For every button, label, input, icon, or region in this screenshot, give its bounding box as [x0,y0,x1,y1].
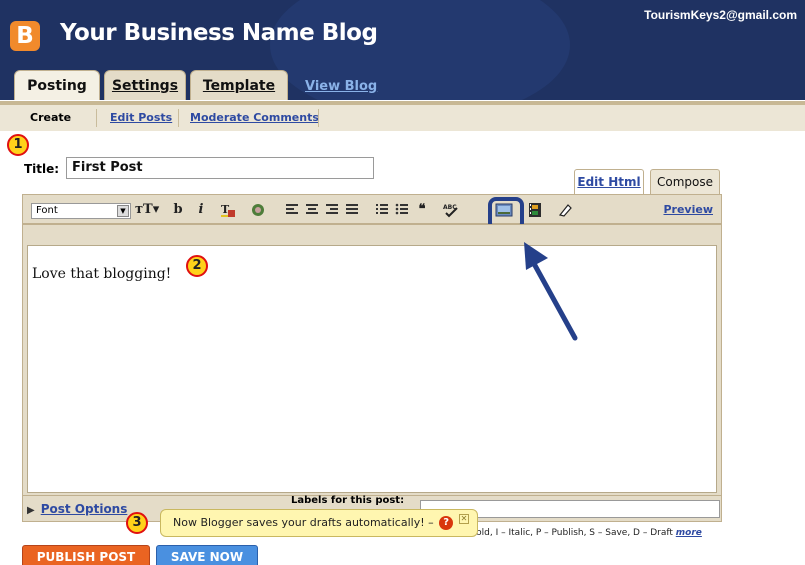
blogger-header: B Your Business Name Blog TourismKeys2@g… [0,0,805,100]
bulleted-list-icon[interactable] [395,202,409,218]
view-blog-link[interactable]: View Blog [305,79,377,94]
text-color-icon[interactable]: T [219,202,237,218]
tab-posting[interactable]: Posting [14,70,100,100]
editor-toolbar: Font ▼ ᴛT▾ b i T ❝ ABC Preview [22,194,722,224]
autosave-tooltip: Now Blogger saves your drafts automatica… [160,509,478,537]
subnav-divider [96,109,97,127]
tab-template[interactable]: Template [190,70,288,100]
annotation-marker-2: 2 [186,255,208,277]
labels-label: Labels for this post: [291,495,405,506]
tab-posting-label: Posting [27,78,87,94]
title-label: Title: [24,162,60,176]
subnav-create[interactable]: Create [30,111,71,124]
subnav-moderate-comments[interactable]: Moderate Comments [190,111,319,124]
preview-link[interactable]: Preview [663,203,713,216]
post-editor: Love that blogging! [22,224,722,496]
annotation-marker-3: 3 [126,512,148,534]
title-input[interactable]: First Post [66,157,374,179]
tab-settings-label[interactable]: Settings [112,78,178,94]
annotation-marker-1: 1 [7,134,29,156]
bold-icon[interactable]: b [171,202,185,218]
publish-post-button[interactable]: PUBLISH POST [22,545,150,565]
save-now-button[interactable]: SAVE NOW [156,545,258,565]
blog-title: Your Business Name Blog [60,20,378,46]
tooltip-text: Now Blogger saves your drafts automatica… [173,516,434,529]
font-select[interactable]: Font ▼ [31,203,131,219]
subnav-divider [178,109,179,127]
subnav-edit-posts[interactable]: Edit Posts [110,111,172,124]
subnav-divider [318,109,319,127]
align-left-icon[interactable] [285,202,299,218]
close-icon[interactable]: ✕ [459,514,469,524]
chevron-down-icon: ▼ [117,205,129,217]
annotation-arrow [524,242,578,341]
shortcuts-text: Bold, I – Italic, P – Publish, S – Save,… [470,528,673,538]
triangle-right-icon: ▶ [27,505,35,516]
tab-template-label[interactable]: Template [203,78,275,94]
blockquote-icon[interactable]: ❝ [415,202,429,218]
keyboard-shortcuts: Bold, I – Italic, P – Publish, S – Save,… [470,528,702,538]
help-icon[interactable]: ? [439,516,454,530]
align-center-icon[interactable] [305,202,319,218]
blogger-logo[interactable]: B [10,21,40,51]
italic-icon[interactable]: i [195,202,207,218]
remove-formatting-icon[interactable] [557,202,573,218]
add-video-icon[interactable] [527,202,543,218]
font-select-value: Font [36,205,58,216]
align-right-icon[interactable] [325,202,339,218]
shortcuts-more-link[interactable]: more [676,528,702,538]
post-body-text[interactable]: Love that blogging! [32,266,171,282]
user-email: TourismKeys2@gmail.com [644,8,797,22]
justify-icon[interactable] [345,202,359,218]
post-options-label: Post Options [40,502,128,516]
tab-settings[interactable]: Settings [104,70,186,100]
tab-edit-html[interactable]: Edit Html [574,169,644,195]
tab-compose[interactable]: Compose [650,169,720,195]
post-options-toggle[interactable]: ▶ Post Options [27,502,127,516]
text-size-icon[interactable]: ᴛT▾ [135,202,159,218]
spellcheck-icon[interactable]: ABC [443,202,459,218]
link-icon[interactable] [249,202,267,218]
numbered-list-icon[interactable] [375,202,389,218]
post-body-editor[interactable]: Love that blogging! [27,245,717,493]
sub-navigation: Create Edit Posts Moderate Comments [0,101,805,131]
